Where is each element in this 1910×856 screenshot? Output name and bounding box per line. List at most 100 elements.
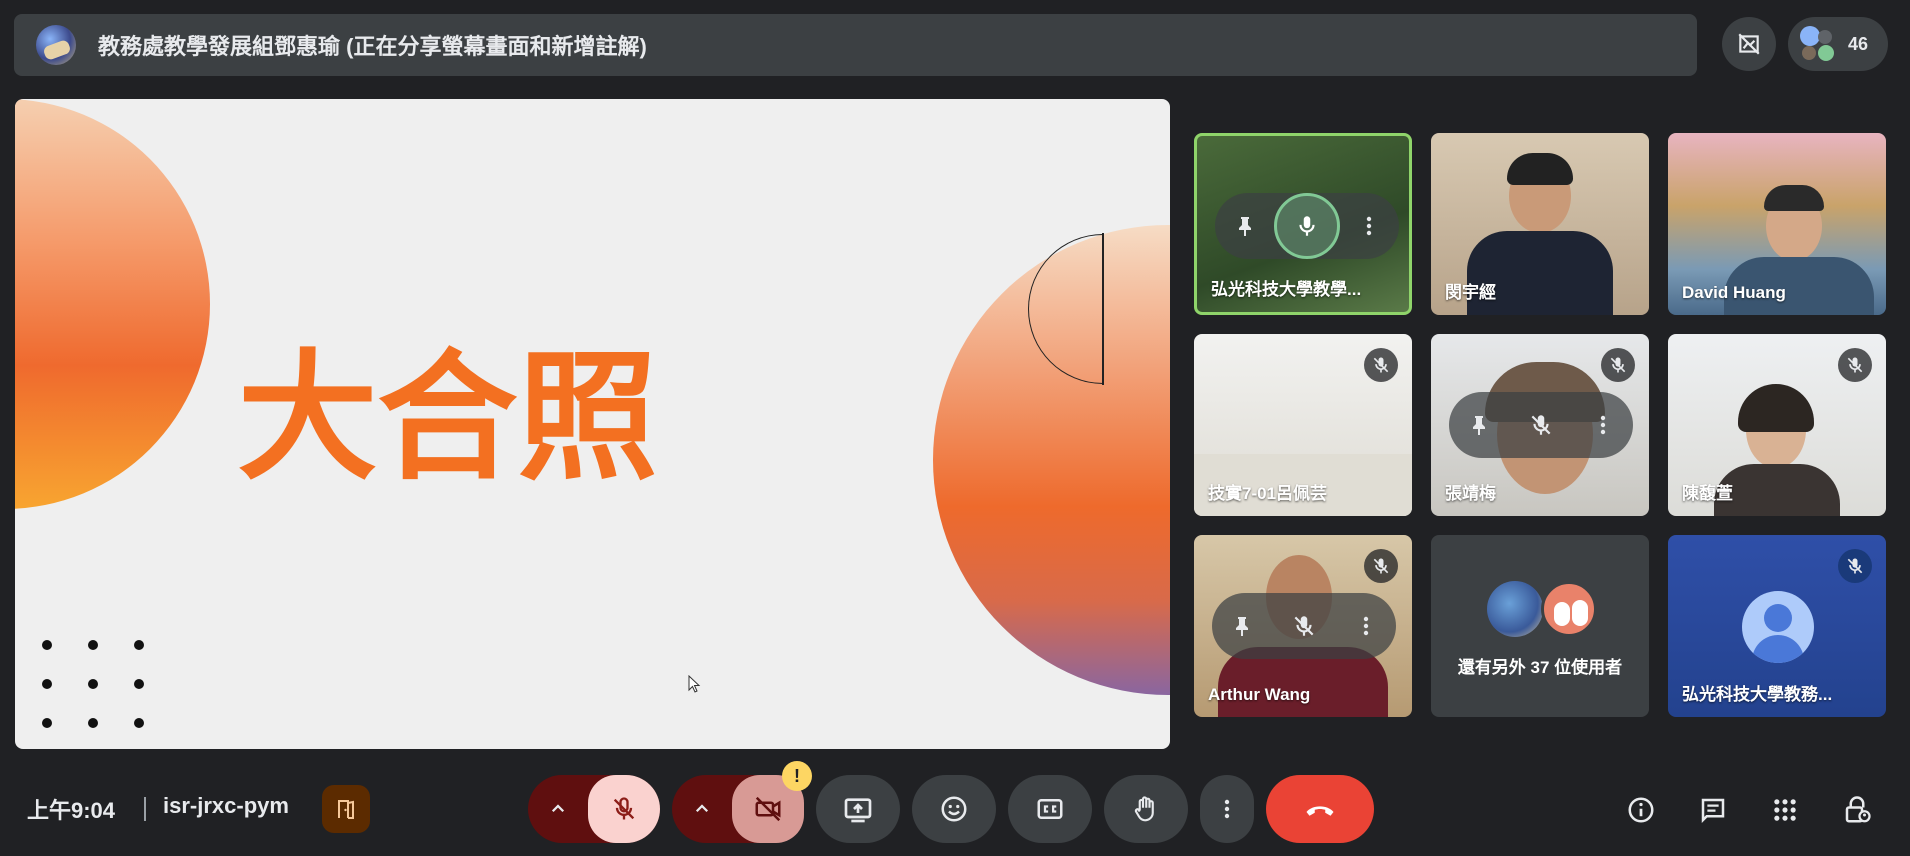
apps-grid-icon (1774, 799, 1796, 821)
muted-badge (1601, 348, 1635, 382)
participant-name: 技實7-01呂佩芸 (1208, 484, 1328, 503)
captions-button[interactable] (1008, 775, 1092, 843)
participant-name: 閔宇經 (1445, 283, 1496, 302)
microphone-off-icon (613, 797, 635, 820)
more-options-button[interactable] (1200, 775, 1254, 843)
microphone-off-icon (1847, 357, 1863, 373)
microphone-off-icon (1373, 357, 1389, 373)
tile-hover-controls (1212, 593, 1396, 659)
raise-hand-button[interactable] (1104, 775, 1188, 843)
video-options-button[interactable] (672, 775, 732, 843)
chat-button[interactable] (1690, 787, 1736, 833)
muted-badge (1364, 549, 1398, 583)
microphone-off-icon (1373, 558, 1389, 574)
slide-dot (42, 718, 52, 728)
microphone-off-icon (1610, 357, 1626, 373)
activities-button[interactable] (1762, 787, 1808, 833)
more-participants-tile[interactable]: 還有另外 37 位使用者 (1431, 535, 1649, 717)
participant-name: 張靖梅 (1445, 484, 1496, 503)
participant-tile[interactable]: 技實7-01呂佩芸 (1194, 334, 1412, 516)
meeting-time: 上午9:04 (27, 798, 116, 823)
muted-badge (1838, 348, 1872, 382)
participant-tile[interactable]: 陳馥萱 (1668, 334, 1886, 516)
participant-name: 陳馥萱 (1682, 484, 1733, 503)
camera-off-icon (755, 796, 781, 822)
camera-control-group: ! (672, 761, 812, 843)
participant-name: 弘光科技大學教務... (1682, 685, 1833, 704)
chevron-up-icon (695, 804, 709, 813)
mouse-cursor-icon (688, 675, 701, 693)
participant-count: 46 (1848, 33, 1869, 54)
slide-dot (88, 718, 98, 728)
pin-icon[interactable] (1467, 413, 1491, 437)
microphone-off-icon (1847, 558, 1863, 574)
participant-name: David Huang (1682, 283, 1786, 302)
leave-call-button[interactable] (1266, 775, 1374, 843)
participant-tile[interactable]: David Huang (1668, 133, 1886, 315)
annotation-off-button[interactable] (1722, 17, 1776, 71)
door-icon (338, 800, 354, 819)
microphone-toggle-button[interactable] (588, 775, 660, 843)
slide-dot (42, 640, 52, 650)
microphone-off-icon[interactable] (1291, 613, 1317, 639)
host-controls-badge[interactable] (322, 785, 370, 833)
participant-tile[interactable]: Arthur Wang (1194, 535, 1412, 717)
divider (144, 797, 146, 821)
more-options-icon[interactable] (1357, 214, 1381, 238)
muted-badge (1838, 549, 1872, 583)
microphone-off-icon[interactable] (1528, 412, 1554, 438)
microphone-control-group (528, 775, 660, 843)
microphone-icon[interactable] (1294, 213, 1320, 239)
participants-avatars-icon (1800, 26, 1836, 62)
more-vertical-icon (1224, 799, 1230, 819)
avatar (36, 25, 76, 65)
annotation-off-icon (1738, 33, 1760, 55)
presenter-status-text: 教務處教學發展組鄧惠瑜 (正在分享螢幕畫面和新增註解) (98, 34, 647, 59)
chevron-up-icon (551, 804, 565, 813)
default-avatar-icon (1742, 591, 1814, 663)
participant-name: Arthur Wang (1208, 685, 1311, 704)
host-controls-button[interactable] (1834, 787, 1880, 833)
avatar (1487, 581, 1543, 637)
avatar (1541, 581, 1597, 637)
slide-dot (134, 640, 144, 650)
presenter-banner: 教務處教學發展組鄧惠瑜 (正在分享螢幕畫面和新增註解) (14, 14, 1697, 76)
slide-dot (134, 679, 144, 689)
present-screen-button[interactable] (816, 775, 900, 843)
slide-dot (88, 640, 98, 650)
slide-dot (134, 718, 144, 728)
tile-hover-controls (1215, 193, 1399, 259)
participant-tile[interactable]: 弘光科技大學教務... (1668, 535, 1886, 717)
pin-icon[interactable] (1230, 614, 1254, 638)
participant-name: 弘光科技大學教學... (1211, 280, 1362, 299)
closed-captions-icon (1037, 799, 1063, 819)
meeting-details-button[interactable] (1618, 787, 1664, 833)
shared-screen: 大合照 (15, 99, 1170, 749)
chat-icon (1701, 798, 1725, 824)
slide-dot (42, 679, 52, 689)
pin-icon[interactable] (1233, 214, 1257, 238)
audio-options-button[interactable] (528, 775, 588, 843)
camera-warning-badge: ! (782, 761, 812, 791)
slide-title-wrap: 大合照 (15, 349, 1170, 489)
info-icon (1628, 797, 1654, 823)
more-participants-label: 還有另外 37 位使用者 (1457, 658, 1623, 677)
tile-hover-controls (1449, 392, 1633, 458)
participant-tile[interactable]: 閔宇經 (1431, 133, 1649, 315)
more-options-icon[interactable] (1354, 614, 1378, 638)
call-end-icon (1306, 806, 1334, 816)
camera-toggle-button[interactable]: ! (732, 761, 812, 843)
slide-dot (88, 679, 98, 689)
speaking-indicator (1274, 193, 1340, 259)
present-to-all-icon (844, 798, 872, 823)
participant-tile[interactable]: 張靖梅 (1431, 334, 1649, 516)
slide-title: 大合照 (237, 337, 658, 500)
meeting-code: isr-jrxc-pym (163, 793, 289, 818)
more-options-icon[interactable] (1591, 413, 1615, 437)
send-reaction-button[interactable] (912, 775, 996, 843)
participant-tile[interactable]: 弘光科技大學教學... (1194, 133, 1412, 315)
people-button[interactable]: 46 (1788, 17, 1888, 71)
hand-icon (1134, 796, 1154, 822)
muted-badge (1364, 348, 1398, 382)
lock-person-icon (1845, 796, 1871, 823)
